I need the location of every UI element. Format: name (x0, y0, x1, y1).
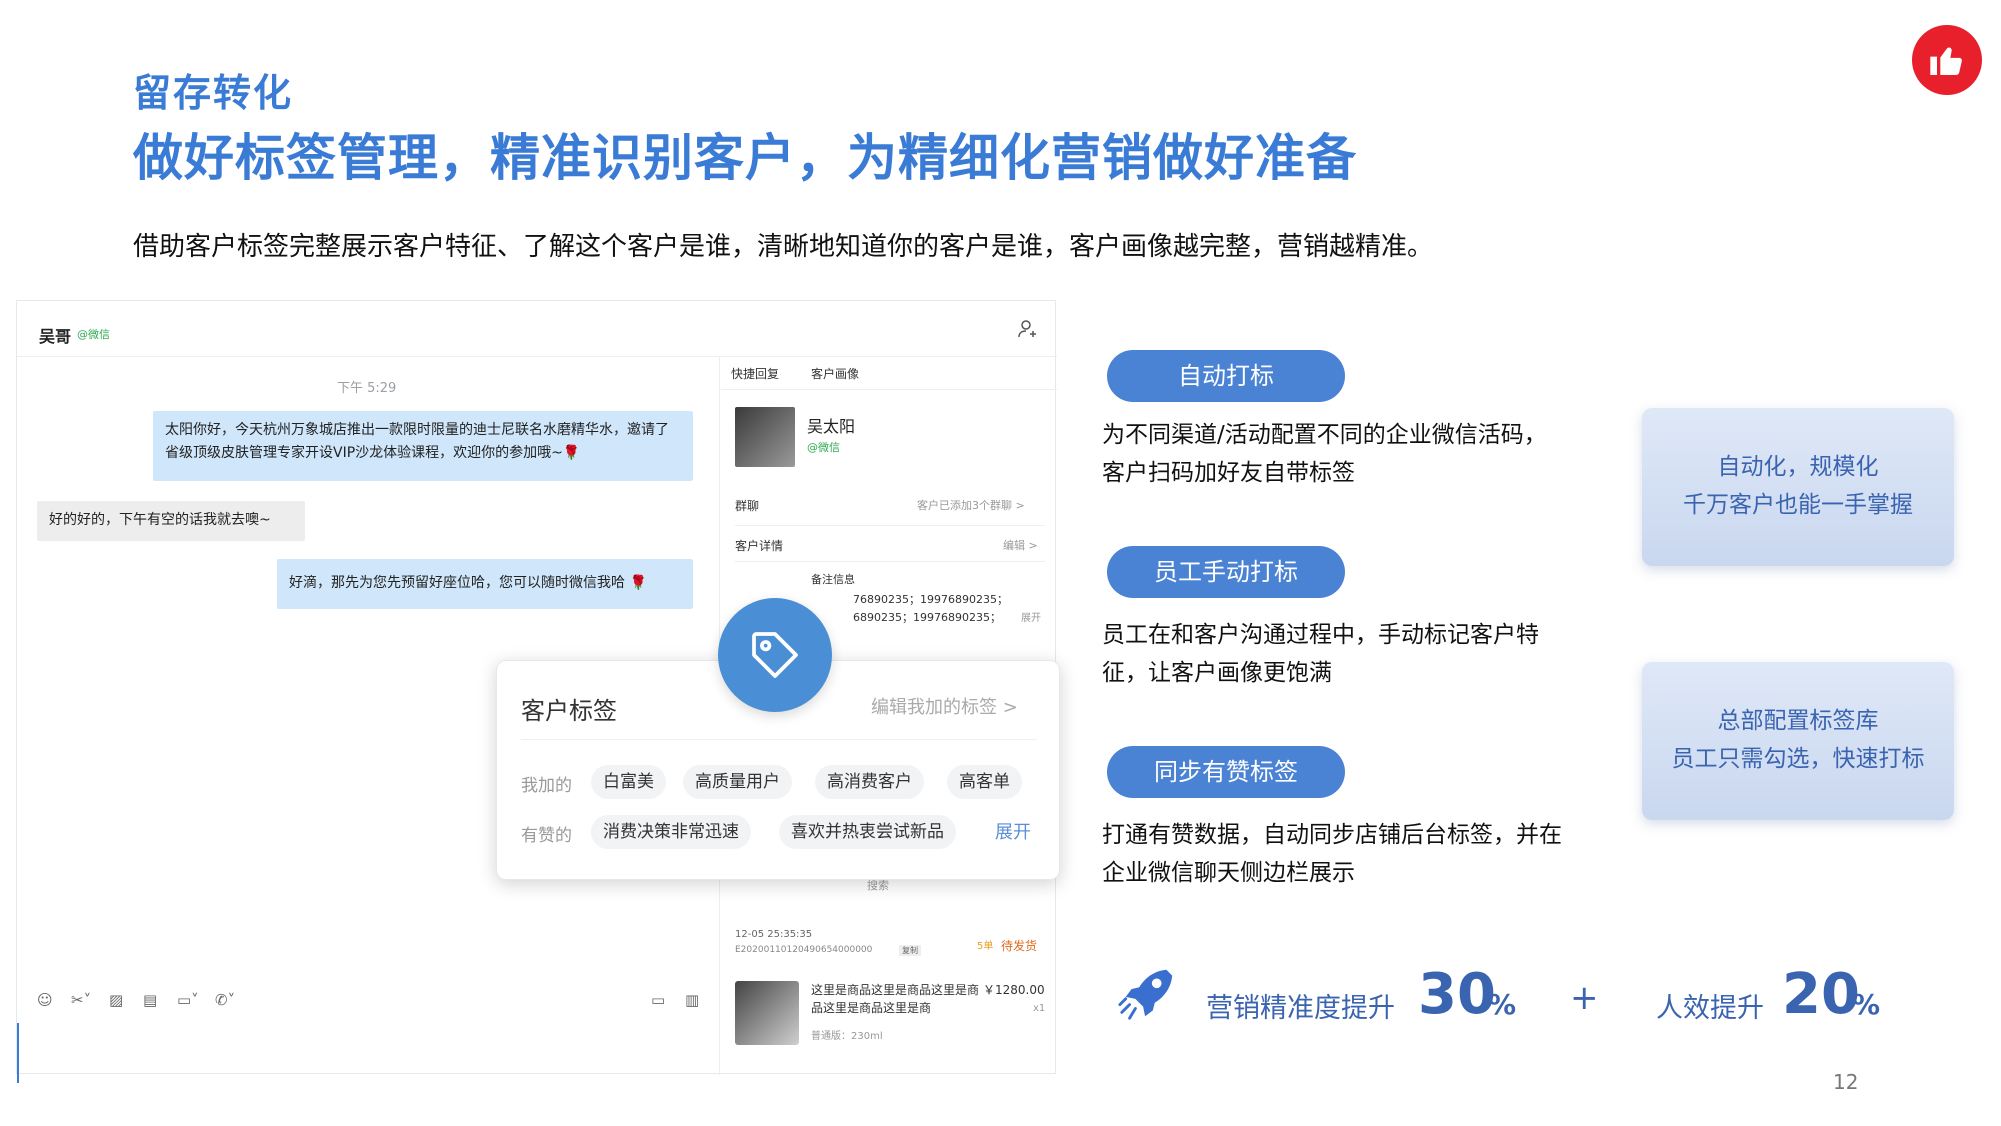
expand-link[interactable]: 展开 (1021, 609, 1041, 624)
screen-icon[interactable]: ▭ (651, 991, 665, 1009)
tag-chip[interactable]: 高质量用户 (683, 765, 792, 799)
tag-icon (752, 632, 798, 678)
chat-contact-name: 吴哥 (39, 327, 72, 346)
order-time: 12-05 25:35:35 (735, 929, 813, 940)
phone-line: 76890235；19976890235； (853, 593, 1008, 606)
tag-icon-badge (718, 598, 832, 712)
remark-label: 备注信息 (811, 573, 855, 586)
order-count: 5单 (977, 941, 994, 952)
product-image (735, 981, 799, 1045)
group-chat-label: 群聊 (735, 499, 760, 513)
stat-unit-efficiency: % (1852, 988, 1881, 1021)
callout-line: 总部配置标签库 (1717, 708, 1879, 734)
customer-source: @微信 (807, 441, 840, 454)
stat-value-efficiency: 20 (1782, 962, 1860, 1027)
emoji-icon[interactable]: ☺ (37, 991, 53, 1009)
file-icon[interactable]: ▤ (143, 991, 157, 1009)
scissors-icon[interactable]: ✂˅ (71, 991, 91, 1009)
thumbs-up-icon (1930, 47, 1962, 75)
contact-profile-icon[interactable] (1017, 319, 1037, 339)
expand-tags-link[interactable]: 展开 (995, 818, 1031, 844)
group-chat-value[interactable]: 客户已添加3个群聊 > (917, 497, 1025, 513)
youzan-tags-label: 有赞的 (521, 826, 572, 846)
product-price: ￥1280.00 (983, 983, 1045, 997)
section-subtitle: 留存转化 (133, 71, 294, 115)
feature-text-auto-tag: 为不同渠道/活动配置不同的企业微信活码，客户扫码加好友自带标签 (1102, 422, 1547, 486)
sidebar-toggle-icon[interactable]: ▥ (685, 991, 699, 1009)
phone-line: 6890235；19976890235； (853, 611, 1001, 624)
rocket-icon (1118, 969, 1173, 1020)
page-description: 借助客户标签完整展示客户特征、了解这个客户是谁，清晰地知道你的客户是谁，客户画像… (133, 232, 1434, 262)
tag-chip[interactable]: 高客单 (947, 765, 1022, 799)
stat-unit-precision: % (1488, 988, 1517, 1021)
feature-text-sync-tag: 打通有赞数据，自动同步店铺后台标签，并在企业微信聊天侧边栏展示 (1102, 822, 1562, 886)
stat-value-precision: 30 (1418, 962, 1496, 1027)
customer-avatar (735, 407, 795, 467)
image-icon[interactable]: ▨ (109, 991, 123, 1009)
tab-customer-profile[interactable]: 客户画像 (811, 365, 859, 382)
page-number: 12 (1833, 1070, 1859, 1094)
divider (735, 525, 1045, 526)
feature-pill-auto-tag: 自动打标 (1107, 350, 1345, 402)
order-id: E20200110120490654000000 (735, 945, 873, 955)
edit-my-tags-link[interactable]: 编辑我加的标签 > (871, 693, 1018, 719)
customer-detail-label: 客户详情 (735, 539, 784, 553)
callout-line: 员工只需勾选，快速打标 (1671, 746, 1925, 772)
message-bubble-sent: 好滴，那先为您先预留好座位哈，您可以随时微信我哈 🌹 (277, 559, 693, 609)
tag-card-title: 客户标签 (521, 697, 617, 725)
callout-automation: 自动化，规模化 千万客户也能一手掌握 (1642, 408, 1954, 566)
divider (735, 561, 1045, 562)
page-title: 做好标签管理，精准识别客户，为精细化营销做好准备 (133, 129, 1357, 187)
stat-label-precision: 营销精准度提升 (1206, 993, 1395, 1024)
product-quantity: x1 (1033, 1003, 1046, 1014)
chat-contact-source: @微信 (77, 328, 110, 341)
message-bubble-sent: 太阳你好，今天杭州万象城店推出一款限时限量的迪士尼联名水磨精华水，邀请了省级顶级… (153, 411, 693, 481)
customer-detail-edit[interactable]: 编辑 > (1003, 537, 1038, 553)
thumbs-up-logo (1912, 25, 1982, 95)
folder-icon[interactable]: ▭˅ (177, 991, 199, 1009)
my-tags-label: 我加的 (521, 776, 572, 796)
phone-icon[interactable]: ✆˅ (215, 991, 235, 1009)
order-status: 待发货 (1001, 939, 1038, 953)
chat-input-caret[interactable] (17, 1023, 19, 1083)
tab-divider (721, 389, 1057, 390)
tag-chip[interactable]: 白富美 (591, 765, 666, 799)
chat-timestamp: 下午 5:29 (337, 381, 397, 396)
plus-sign: + (1570, 978, 1599, 1018)
order-copy-button[interactable]: 复制 (899, 945, 921, 956)
feature-pill-sync-tag: 同步有赞标签 (1107, 746, 1345, 798)
customer-name: 吴太阳 (807, 417, 856, 436)
tag-chip[interactable]: 高消费客户 (815, 765, 924, 799)
tag-chip[interactable]: 消费决策非常迅速 (591, 815, 751, 849)
callout-tag-library: 总部配置标签库 员工只需勾选，快速打标 (1642, 662, 1954, 820)
product-name: 这里是商品这里是商品这里是商品这里是商品这里是商 (811, 983, 980, 1015)
feature-pill-manual-tag: 员工手动打标 (1107, 546, 1345, 598)
chat-header: 吴哥 @微信 (17, 301, 1057, 357)
product-spec: 普通版：230ml (811, 1031, 883, 1042)
message-bubble-received: 好的好的，下午有空的话我就去噢~ (37, 501, 305, 541)
tab-quick-reply[interactable]: 快捷回复 (731, 365, 779, 382)
tag-chip[interactable]: 喜欢并热衷尝试新品 (779, 815, 956, 849)
stat-label-efficiency: 人效提升 (1656, 993, 1764, 1024)
divider (521, 739, 1037, 740)
chat-input-toolbar: ☺ ✂˅ ▨ ▤ ▭˅ ✆˅ ▭ ▥ (17, 987, 720, 1017)
callout-line: 千万客户也能一手掌握 (1683, 492, 1913, 518)
feature-text-manual-tag: 员工在和客户沟通过程中，手动标记客户特征，让客户画像更饱满 (1102, 622, 1539, 686)
callout-line: 自动化，规模化 (1717, 454, 1879, 480)
